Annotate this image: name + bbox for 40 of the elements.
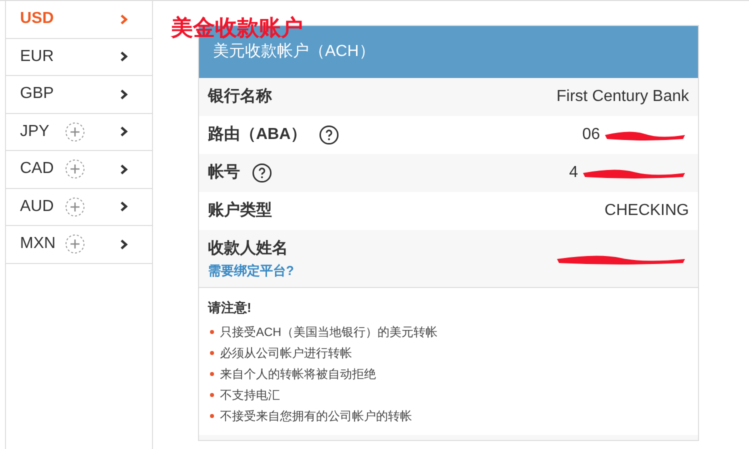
- note-text: 必须从公司帐户进行转帐: [220, 344, 352, 362]
- chevron-right-icon: [120, 88, 128, 100]
- note-text: 不接受来自您拥有的公司帐户的转帐: [220, 408, 412, 424]
- add-icon[interactable]: [65, 122, 85, 142]
- currency-tab[interactable]: EUR: [6, 38, 152, 76]
- field-value: 4: [569, 163, 578, 183]
- chevron-right-icon: [120, 51, 128, 62]
- chevron-right-icon: [120, 164, 128, 175]
- field-label: 银行名称: [208, 86, 272, 107]
- bullet-icon: [210, 350, 214, 354]
- note-text: 不支持电汇: [220, 386, 280, 404]
- field-label: 账户类型: [208, 200, 272, 221]
- add-icon[interactable]: [65, 234, 85, 254]
- chevron-right-icon: [120, 238, 128, 250]
- note-text: 来自个人的转帐将被自动拒绝: [220, 366, 376, 382]
- chevron-right-icon: [120, 126, 128, 138]
- currency-tab[interactable]: CAD: [6, 151, 152, 188]
- bullet-icon: [210, 330, 214, 334]
- currency-tab[interactable]: GBP: [6, 76, 152, 114]
- note-text: 只接受ACH（美国当地银行）的美元转帐: [220, 324, 438, 340]
- notes-title: 请注意!: [208, 299, 252, 317]
- field-value: First Century Bank: [556, 87, 689, 107]
- bullet-icon: [210, 414, 214, 418]
- currency-tab[interactable]: JPY: [6, 114, 152, 151]
- field-label: 收款人姓名: [208, 238, 288, 259]
- currency-tab[interactable]: AUD: [6, 188, 152, 226]
- bullet-icon: [210, 372, 214, 376]
- help-icon[interactable]: [318, 125, 339, 145]
- field-label: 帐号: [208, 162, 240, 183]
- field-value: CHECKING: [604, 201, 689, 221]
- help-icon[interactable]: [252, 163, 272, 183]
- chevron-right-icon: [120, 14, 128, 25]
- card-title: 美元收款帐户（ACH）: [213, 42, 375, 62]
- currency-tab[interactable]: MXN: [6, 226, 152, 264]
- chevron-right-icon: [120, 201, 128, 212]
- bullet-icon: [210, 392, 214, 396]
- field-label: 路由（ABA）: [208, 124, 307, 145]
- add-icon[interactable]: [65, 196, 85, 217]
- field-value: 06: [582, 125, 600, 145]
- add-icon[interactable]: [65, 159, 85, 180]
